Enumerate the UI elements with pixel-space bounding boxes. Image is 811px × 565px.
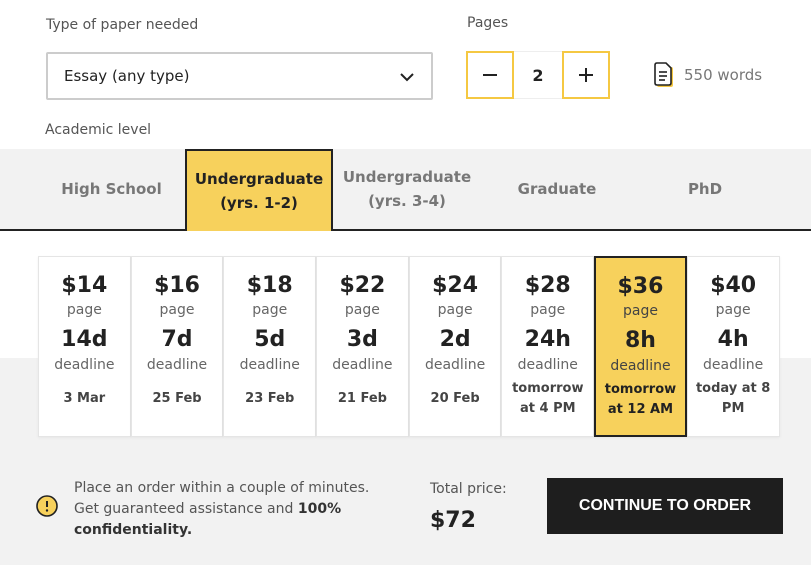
deadline-option-2d[interactable]: $24 page 2d deadline 20 Feb (408, 256, 502, 437)
pages-stepper: 2 (466, 51, 610, 99)
price-unit: page (252, 302, 288, 318)
deadline-date: 23 Feb (245, 391, 295, 406)
level-undergraduate-1-2[interactable]: Undergraduate (yrs. 1-2) (185, 149, 333, 231)
plus-icon (579, 68, 593, 82)
deadline-option-24h[interactable]: $28 page 24h deadline tomorrow at 4 PM (501, 256, 595, 437)
level-label: PhD (687, 180, 723, 198)
total-price-value: $72 (430, 508, 476, 533)
price-unit: page (437, 302, 473, 318)
deadline-date: 3 Mar (63, 391, 106, 406)
document-icon (654, 62, 673, 87)
word-count: 550 words (654, 62, 762, 88)
deadline-term: 8h (624, 328, 656, 353)
deadline-label: deadline (517, 357, 578, 373)
level-sublabel: (yrs. 1-2) (220, 194, 298, 212)
deadline-label: deadline (332, 357, 393, 373)
deadline-option-4h[interactable]: $40 page 4h deadline today at 8 PM (686, 256, 780, 437)
deadline-option-5d[interactable]: $18 page 5d deadline 23 Feb (223, 256, 317, 437)
deadline-date: today at 8 PM (695, 381, 771, 416)
level-undergraduate-3-4[interactable]: Undergraduate (yrs. 3-4) (333, 149, 481, 229)
decrease-pages-button[interactable] (466, 51, 514, 99)
level-sublabel: (yrs. 3-4) (368, 192, 446, 210)
price: $28 (524, 273, 571, 298)
academic-level-label: Academic level (45, 122, 152, 138)
paper-type-label: Type of paper needed (46, 17, 199, 33)
price: $24 (432, 273, 479, 298)
increase-pages-button[interactable] (562, 51, 610, 99)
paper-type-value: Essay (any type) (64, 67, 190, 85)
academic-level-tabs: High School Undergraduate (yrs. 1-2) Und… (0, 149, 811, 231)
price-unit: page (715, 302, 751, 318)
level-high-school[interactable]: High School (38, 149, 185, 229)
deadline-term: 3d (346, 327, 378, 352)
chevron-down-icon (400, 73, 414, 82)
price: $18 (246, 273, 293, 298)
paper-type-select[interactable]: Essay (any type) (46, 52, 433, 100)
pages-count[interactable]: 2 (514, 51, 562, 99)
deadline-label: deadline (146, 357, 208, 373)
deadline-term: 4h (717, 327, 749, 352)
price: $22 (339, 273, 386, 298)
price: $40 (710, 273, 757, 298)
price-unit: page (622, 303, 658, 319)
price-unit: page (159, 302, 195, 318)
price-unit: page (530, 302, 566, 318)
word-count-text: 550 words (684, 66, 763, 84)
deadline-term: 2d (439, 327, 471, 352)
deadline-label: deadline (239, 357, 300, 373)
price: $14 (61, 273, 108, 298)
deadline-term: 5d (254, 327, 286, 352)
level-label: Graduate (517, 180, 597, 198)
info-icon (36, 495, 58, 517)
price-unit: page (66, 302, 102, 318)
deadline-date: tomorrow at 12 AM (604, 382, 677, 417)
deadline-option-8h[interactable]: $36 page 8h deadline tomorrow at 12 AM (594, 256, 687, 437)
deadline-option-3d[interactable]: $22 page 3d deadline 21 Feb (316, 256, 409, 437)
deadline-date: tomorrow at 4 PM (512, 381, 584, 416)
level-phd[interactable]: PhD (633, 149, 777, 229)
total-price-label: Total price: (430, 481, 507, 497)
info-message: Place an order within a couple of minute… (74, 478, 374, 541)
level-label: Undergraduate (194, 170, 324, 188)
deadline-term: 7d (161, 327, 193, 352)
continue-to-order-button[interactable]: CONTINUE TO ORDER (547, 478, 783, 534)
deadline-option-7d[interactable]: $16 page 7d deadline 25 Feb (130, 256, 224, 437)
deadline-label: deadline (424, 357, 486, 373)
price: $36 (617, 274, 664, 299)
minus-icon (483, 74, 497, 76)
deadline-date: 20 Feb (430, 391, 480, 406)
price: $16 (154, 273, 200, 298)
pages-label: Pages (467, 15, 509, 31)
deadline-label: deadline (610, 358, 671, 374)
deadline-label: deadline (54, 357, 115, 373)
deadline-date: 21 Feb (337, 391, 387, 406)
deadline-option-14d[interactable]: $14 page 14d deadline 3 Mar (38, 256, 131, 437)
deadline-term: 14d (61, 327, 108, 352)
level-label: High School (61, 180, 162, 198)
level-label: Undergraduate (342, 168, 472, 186)
price-unit: page (344, 302, 380, 318)
deadline-options: $14 page 14d deadline 3 Mar $16 page 7d … (38, 256, 780, 437)
level-graduate[interactable]: Graduate (481, 149, 633, 229)
deadline-label: deadline (703, 357, 764, 373)
deadline-date: 25 Feb (152, 391, 202, 406)
deadline-term: 24h (524, 327, 571, 352)
